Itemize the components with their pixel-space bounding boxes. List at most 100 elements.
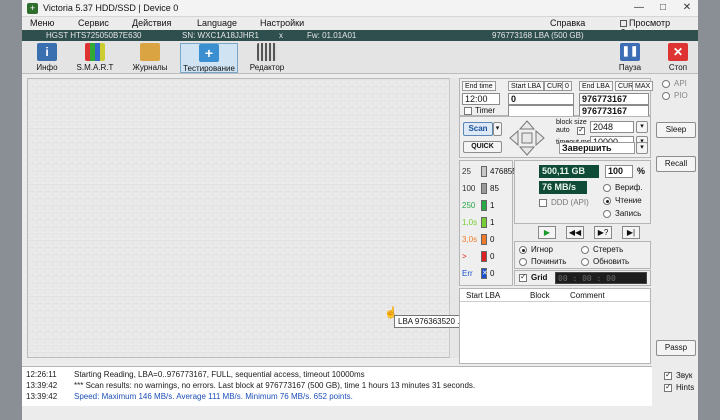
- status-panel: 500,11 GB 100 % 76 MB/s Вериф. DDD (API)…: [514, 160, 651, 224]
- ignore-label: Игнор: [531, 245, 553, 254]
- menu-bar: Меню Сервис Действия Language Настройки …: [22, 17, 698, 38]
- menu-settings[interactable]: Настройки: [260, 18, 304, 28]
- skip-icon[interactable]: ▶?: [594, 226, 612, 239]
- minimize-button[interactable]: —: [628, 1, 650, 15]
- info-button[interactable]: i Инфо: [32, 43, 62, 73]
- stat-label: Err: [462, 269, 473, 278]
- play-icon[interactable]: ▶: [538, 226, 556, 239]
- erase-radio[interactable]: [581, 246, 589, 254]
- write-radio[interactable]: [603, 210, 611, 218]
- refresh-label: Обновить: [593, 257, 630, 266]
- stat-label: 25: [462, 167, 471, 176]
- editor-button[interactable]: Редактор: [246, 43, 288, 73]
- finish-select[interactable]: Завершить: [559, 142, 635, 154]
- logs-button[interactable]: Журналы: [130, 43, 170, 73]
- api-radio[interactable]: [662, 80, 670, 88]
- verify-radio[interactable]: [603, 184, 611, 192]
- menu-main[interactable]: Меню: [30, 18, 54, 28]
- ddd-checkbox[interactable]: [539, 199, 547, 207]
- repair-label: Починить: [531, 257, 567, 266]
- close-button[interactable]: ✕: [676, 1, 698, 15]
- scan-button[interactable]: Scan: [463, 122, 493, 136]
- editor-icon: [257, 43, 277, 61]
- stat-color-swatch: [481, 200, 487, 211]
- bad-blocks-table[interactable]: Start LBA Block Comment: [459, 288, 651, 364]
- recall-button[interactable]: Recall: [656, 156, 696, 172]
- menu-language[interactable]: Language: [197, 18, 237, 28]
- pause-icon: ❚❚: [620, 43, 640, 61]
- sound-checkbox[interactable]: [664, 370, 672, 380]
- max-label[interactable]: MAX: [632, 81, 654, 91]
- action-panel: Игнор Стереть Починить Обновить: [514, 241, 651, 269]
- stat-row: 3,0s 0: [462, 234, 510, 247]
- block-size-input[interactable]: 2048: [590, 121, 634, 133]
- pio-label: PIO: [674, 91, 688, 100]
- stat-label: 1,0s: [462, 218, 478, 227]
- hints-checkbox[interactable]: [664, 382, 672, 392]
- block-stats-panel: 25 476855 100 85 250 1 1,0s 1 3,0s 0 >0 Err ✕ 0: [459, 160, 517, 286]
- log-time: 12:26:11: [26, 370, 57, 379]
- to-end-icon[interactable]: ▶|: [622, 226, 640, 239]
- api-label: API: [674, 79, 687, 88]
- ignore-radio[interactable]: [519, 246, 527, 254]
- log-panel[interactable]: 12:26:11 Starting Reading, LBA=0..9767731…: [22, 366, 652, 406]
- pause-button[interactable]: ❚❚ Пауза: [616, 43, 644, 73]
- end-time-input[interactable]: 12:00: [462, 93, 500, 105]
- cur-value: 0: [562, 81, 572, 91]
- test-icon: +: [199, 44, 219, 62]
- stat-color-swatch: [481, 183, 487, 194]
- passp-button[interactable]: Passp: [656, 340, 696, 356]
- stat-row: 1,0s 1: [462, 217, 510, 230]
- col-start-lba[interactable]: Start LBA: [466, 291, 500, 300]
- stat-value: 0: [490, 235, 495, 244]
- quick-button[interactable]: QUICK: [463, 141, 502, 153]
- percent-unit: %: [637, 166, 646, 176]
- window-title: Victoria 5.37 HDD/SSD | Device 0: [43, 3, 179, 13]
- grid-toggle-panel: Grid 00 : 00 : 00: [514, 270, 651, 286]
- end-lba-label: End LBA: [579, 81, 613, 91]
- log-line: 12:26:11 Starting Reading, LBA=0..9767731…: [26, 370, 365, 380]
- direction-pad-icon[interactable]: [508, 119, 546, 157]
- log-line: 13:39:42 *** Scan results: no warnings, n…: [26, 381, 475, 391]
- menu-service[interactable]: Сервис: [78, 18, 109, 28]
- sleep-button[interactable]: Sleep: [656, 122, 696, 138]
- log-message: *** Scan results: no warnings, no errors…: [74, 381, 476, 390]
- device-info-bar: HGST HTS725050B7E630 SN: WXC1A18JJHR1 x …: [22, 30, 698, 41]
- stat-label: 100: [462, 184, 476, 193]
- device-close-x[interactable]: x: [279, 31, 283, 40]
- stop-button[interactable]: ✕ Стоп: [664, 43, 692, 73]
- toolbar: i Инфо S.M.A.R.T Журналы + Тестирование …: [22, 41, 698, 74]
- maximize-button[interactable]: □: [652, 1, 674, 15]
- menu-help[interactable]: Справка: [550, 18, 585, 28]
- log-message: Starting Reading, LBA=0..976773167, FULL…: [74, 370, 365, 379]
- pio-radio[interactable]: [662, 92, 670, 100]
- block-size-dropdown-icon[interactable]: ▾: [636, 121, 648, 133]
- testing-button[interactable]: + Тестирование: [180, 43, 238, 73]
- stat-value: 0: [490, 252, 495, 261]
- grid-checkbox[interactable]: [519, 272, 527, 282]
- buffer-checkbox-icon: [620, 20, 627, 27]
- start-lba-input[interactable]: 0: [508, 93, 574, 105]
- menu-actions[interactable]: Действия: [132, 18, 171, 28]
- smart-icon: [85, 43, 105, 61]
- stat-color-swatch: [481, 234, 487, 245]
- col-block[interactable]: Block: [530, 291, 550, 300]
- refresh-radio[interactable]: [581, 258, 589, 266]
- hints-label: Hints: [676, 383, 695, 392]
- stat-row: 250 1: [462, 200, 510, 213]
- end-lba-input[interactable]: 976773167: [579, 93, 649, 105]
- timer-checkbox[interactable]: [464, 107, 472, 115]
- stop-icon: ✕: [668, 43, 688, 61]
- rewind-icon[interactable]: ◀◀: [566, 226, 584, 239]
- auto-checkbox[interactable]: [577, 125, 585, 135]
- finish-dropdown-icon[interactable]: ▾: [636, 142, 648, 154]
- stat-value: 1: [490, 201, 495, 210]
- read-radio[interactable]: [603, 197, 611, 205]
- stat-row: 100 85: [462, 183, 510, 196]
- pause-button-label: Пауза: [618, 63, 642, 72]
- col-comment[interactable]: Comment: [570, 291, 605, 300]
- device-firmware: Fw: 01.01A01: [307, 31, 357, 40]
- repair-radio[interactable]: [519, 258, 527, 266]
- smart-button[interactable]: S.M.A.R.T: [72, 43, 118, 73]
- scan-dropdown-icon[interactable]: ▾: [493, 122, 502, 136]
